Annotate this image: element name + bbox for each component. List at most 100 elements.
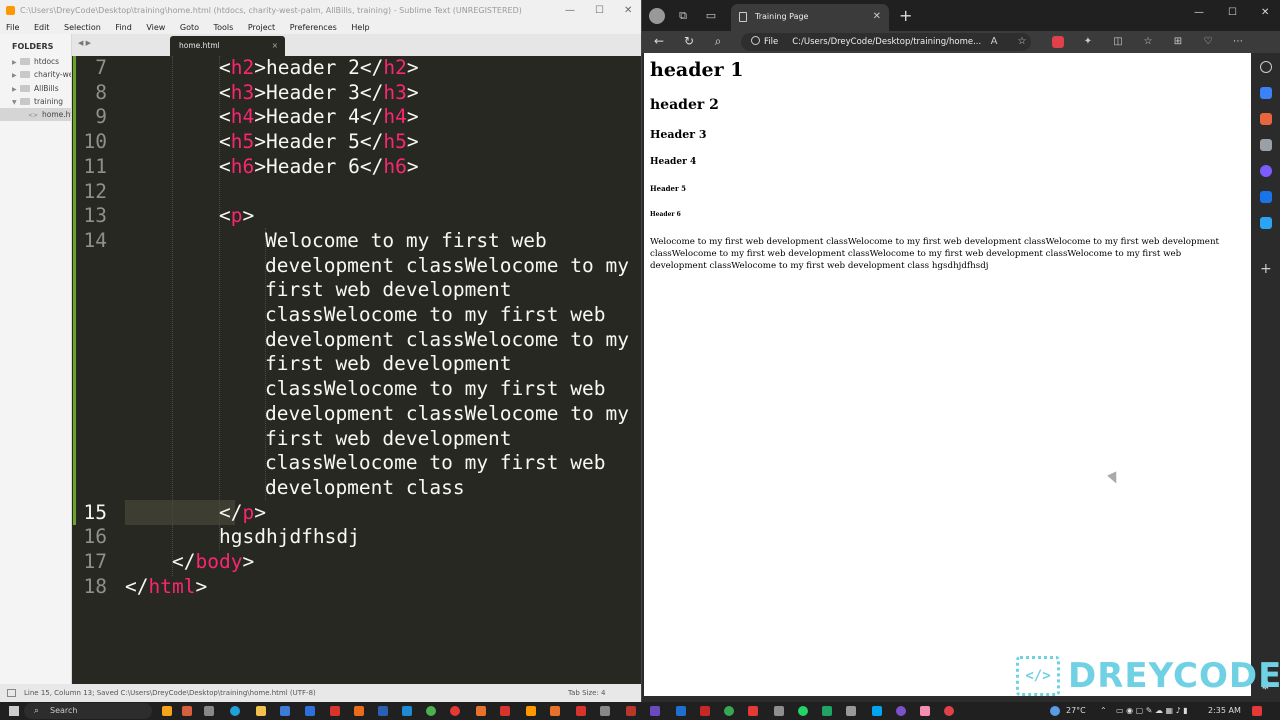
menu-selection[interactable]: Selection <box>64 23 101 32</box>
folder-htdocs[interactable]: ▶ htdocs <box>0 55 71 68</box>
extension-icon[interactable] <box>1052 36 1064 48</box>
weather-icon[interactable] <box>1050 706 1060 716</box>
menu-help[interactable]: Help <box>351 23 369 32</box>
sidebar-tag-icon[interactable] <box>1260 87 1272 99</box>
taskbar-app-icon[interactable] <box>378 706 388 716</box>
taskbar-app-icon[interactable] <box>944 706 954 716</box>
refresh-icon[interactable]: ↻ <box>681 34 697 48</box>
favorite-star-icon[interactable]: ☆ <box>1016 36 1028 48</box>
taskbar-app-icon[interactable] <box>182 706 192 716</box>
collections-icon[interactable]: ⊞ <box>1172 36 1184 48</box>
taskbar-app-icon[interactable] <box>576 706 586 716</box>
taskbar-app-icon[interactable] <box>162 706 172 716</box>
close-icon[interactable]: ✕ <box>1261 7 1269 18</box>
browser-sidebar: + ⚙ <box>1252 53 1280 702</box>
tab-home-html[interactable]: home.html × <box>170 36 285 56</box>
collapse-arrow-icon: ▼ <box>12 98 17 106</box>
maximize-icon[interactable]: ☐ <box>1228 7 1237 18</box>
folder-allbills[interactable]: ▶ AllBills <box>0 82 71 95</box>
maximize-icon[interactable]: ☐ <box>595 0 604 21</box>
edge-icon[interactable] <box>230 706 240 716</box>
taskbar-app-icon[interactable] <box>450 706 460 716</box>
taskbar-app-icon[interactable] <box>650 706 660 716</box>
menu-preferences[interactable]: Preferences <box>290 23 337 32</box>
tray-chevron-icon[interactable]: ⌃ <box>1100 702 1107 720</box>
sidebar-tools-icon[interactable] <box>1260 139 1272 151</box>
menu-tools[interactable]: Tools <box>214 23 234 32</box>
excel-icon[interactable] <box>822 706 832 716</box>
menu-edit[interactable]: Edit <box>34 23 50 32</box>
taskbar-app-icon[interactable] <box>476 706 486 716</box>
notification-icon[interactable] <box>1252 706 1262 716</box>
vscode-icon[interactable] <box>402 706 412 716</box>
menu-goto[interactable]: Goto <box>180 23 199 32</box>
code-line: <p> <box>219 204 255 228</box>
minimize-icon[interactable]: — <box>565 0 575 21</box>
taskbar-app-icon[interactable] <box>700 706 710 716</box>
tray-icons[interactable]: ▭ ◉ ▢ ✎ ☁ ▦ ♪ ▮ <box>1116 702 1188 720</box>
taskbar-app-icon[interactable] <box>774 706 784 716</box>
taskbar-search[interactable]: ⌕ Search <box>24 703 152 719</box>
read-aloud-icon[interactable]: A <box>988 36 1000 48</box>
tab-close-icon[interactable]: ✕ <box>873 4 881 29</box>
close-icon[interactable]: ✕ <box>624 0 632 21</box>
taskbar-app-icon[interactable] <box>872 706 882 716</box>
taskbar-app-icon[interactable] <box>896 706 906 716</box>
taskbar-app-icon[interactable] <box>846 706 856 716</box>
search-icon[interactable]: ⌕ <box>710 34 726 49</box>
taskbar-app-icon[interactable] <box>354 706 364 716</box>
back-icon[interactable]: ← <box>651 34 667 48</box>
sidebar-add-icon[interactable]: + <box>1260 262 1272 276</box>
file-explorer-icon[interactable] <box>256 706 266 716</box>
tab-actions-icon[interactable]: ▭ <box>704 9 718 23</box>
more-menu-icon[interactable]: ⋯ <box>1232 36 1244 48</box>
taskbar-app-icon[interactable] <box>676 706 686 716</box>
taskbar-app-icon[interactable] <box>724 706 734 716</box>
minimize-icon[interactable]: — <box>1194 7 1204 18</box>
taskbar-app-icon[interactable] <box>500 706 510 716</box>
page-paragraph: Welocome to my first web development cla… <box>650 237 1220 271</box>
tab-size-selector[interactable]: Tab Size: 4 <box>568 684 605 702</box>
taskbar-app-icon[interactable] <box>748 706 758 716</box>
tab-close-icon[interactable]: × <box>272 36 278 56</box>
task-view-icon[interactable] <box>204 706 214 716</box>
favorites-icon[interactable]: ☆ <box>1142 36 1154 48</box>
code-wrapped-line: classWelocome to my first web <box>265 303 606 326</box>
menu-project[interactable]: Project <box>248 23 275 32</box>
sidebar-shopping-icon[interactable] <box>1260 113 1272 125</box>
file-home-html[interactable]: <>home.html <box>0 108 71 122</box>
sidebar-outlook-icon[interactable] <box>1260 191 1272 203</box>
sidebar-search-icon[interactable] <box>1260 61 1272 73</box>
temperature[interactable]: 27°C <box>1066 702 1086 720</box>
sublime-text-icon[interactable] <box>526 706 536 716</box>
sidebar-send-icon[interactable] <box>1260 217 1272 229</box>
sublime-window: C:\Users\DreyCode\Desktop\training\home.… <box>0 0 641 702</box>
clock[interactable]: 2:35 AM <box>1208 702 1241 720</box>
code-editor[interactable]: <h2>header 2</h2> <h3>Header 3</h3> <h4>… <box>125 56 641 684</box>
folder-training[interactable]: ▼ training <box>0 95 71 108</box>
taskbar-app-icon[interactable] <box>550 706 560 716</box>
sidebar-games-icon[interactable] <box>1260 165 1272 177</box>
folder-charity-west-palm[interactable]: ▶ charity-west-palm <box>0 68 71 81</box>
panel-toggle-icon[interactable] <box>7 689 16 697</box>
start-windows-icon[interactable] <box>9 706 19 716</box>
tab-training-page[interactable]: Training Page ✕ <box>731 4 889 31</box>
taskbar-app-icon[interactable] <box>280 706 290 716</box>
profile-avatar[interactable] <box>649 8 665 24</box>
split-screen-icon[interactable]: ◫ <box>1112 36 1124 48</box>
whatsapp-icon[interactable] <box>798 706 808 716</box>
tab-nav-arrows-icon[interactable]: ◀ ▶ <box>78 39 91 47</box>
extensions-puzzle-icon[interactable]: ✦ <box>1082 36 1094 48</box>
taskbar-app-icon[interactable] <box>305 706 315 716</box>
chrome-icon[interactable] <box>426 706 436 716</box>
taskbar-app-icon[interactable] <box>626 706 636 716</box>
new-tab-icon[interactable]: + <box>899 6 912 25</box>
browser-essentials-icon[interactable]: ♡ <box>1202 36 1214 48</box>
menu-find[interactable]: Find <box>115 23 131 32</box>
menu-file[interactable]: File <box>6 23 19 32</box>
taskbar-app-icon[interactable] <box>600 706 610 716</box>
workspaces-icon[interactable]: ⧉ <box>676 9 690 23</box>
menu-view[interactable]: View <box>146 23 165 32</box>
taskbar-app-icon[interactable] <box>920 706 930 716</box>
taskbar-app-icon[interactable] <box>330 706 340 716</box>
